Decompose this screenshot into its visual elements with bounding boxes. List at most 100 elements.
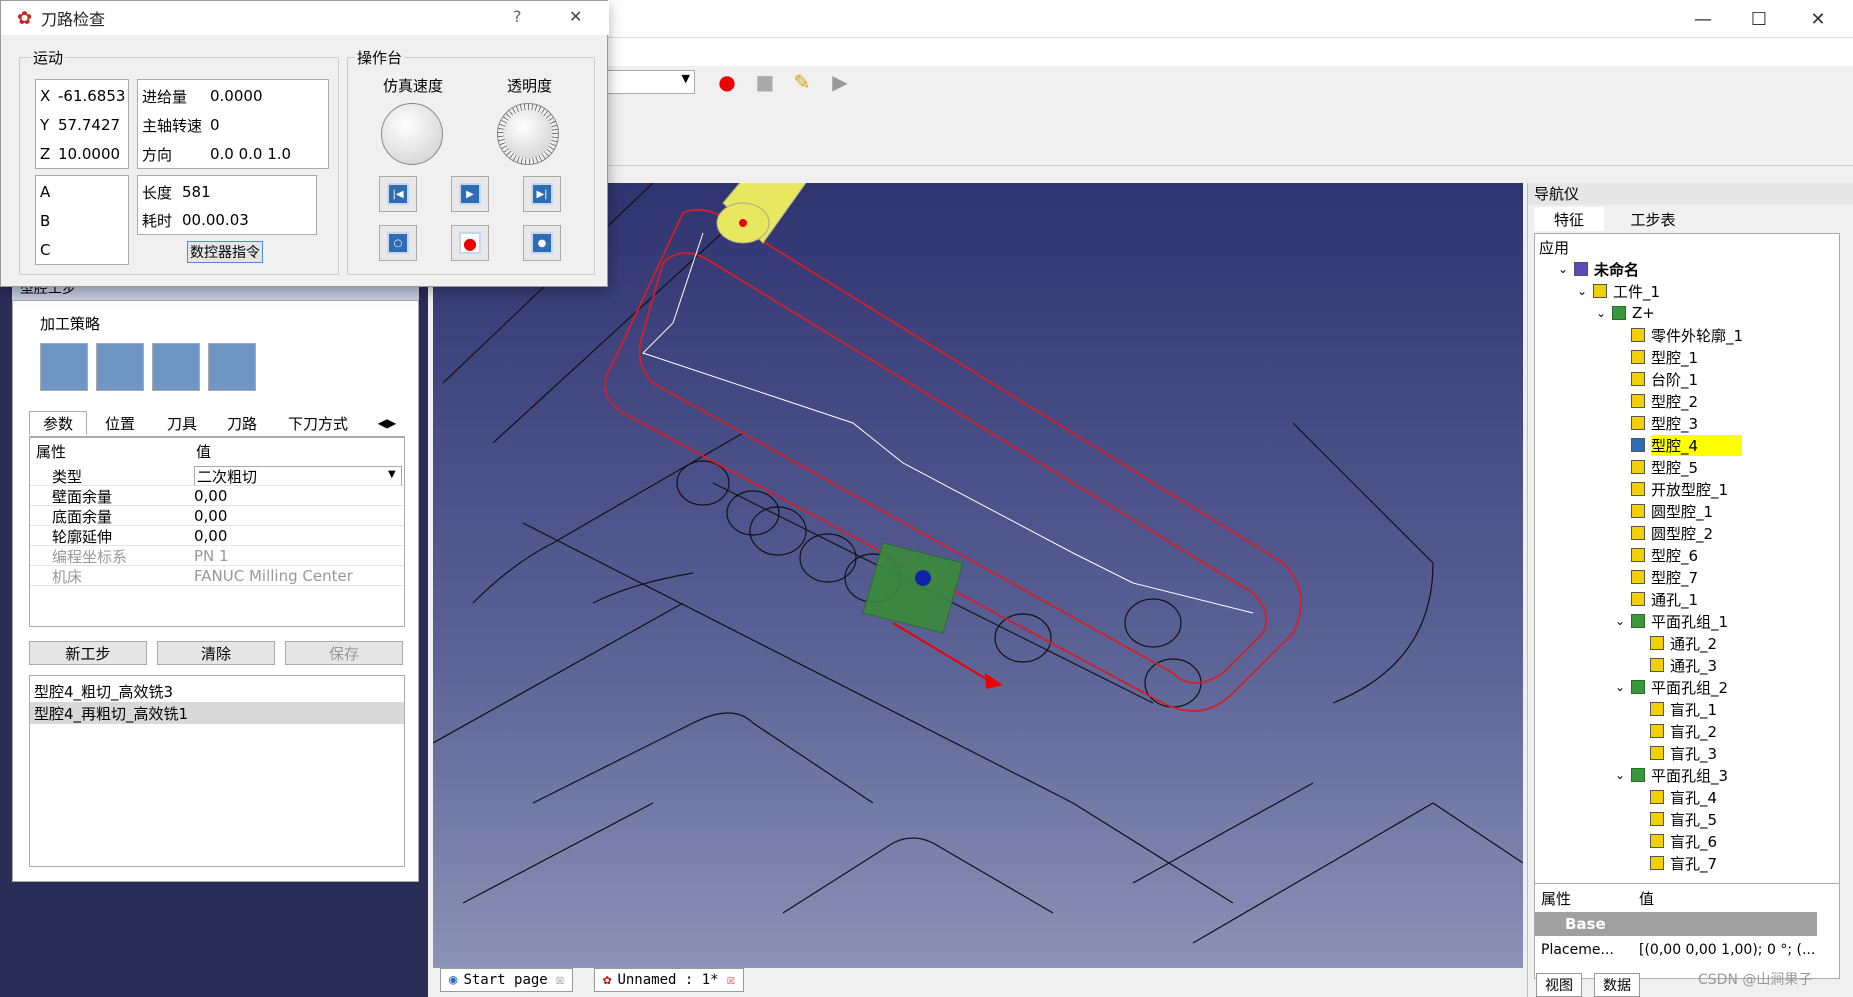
tab-toolpath[interactable]: 刀路 <box>213 411 271 435</box>
task-panel: 加工策略 参数 位置 刀具 刀路 下刀方式 ◀▶ 属性 值 类型 二次粗切 ▼ 壁面余… <box>12 300 419 882</box>
tree-item[interactable]: 圆型腔_1 <box>1615 500 1713 522</box>
circle-button[interactable]: ○ <box>379 225 417 261</box>
help-button[interactable]: ? <box>513 7 522 26</box>
tree-item[interactable]: 盲孔_2 <box>1634 720 1717 742</box>
strategy-4-icon[interactable] <box>208 343 256 391</box>
speed-knob[interactable] <box>381 103 443 165</box>
play-button[interactable]: ▶ <box>451 176 489 212</box>
tab-unnamed-label: Unnamed : 1* <box>617 972 719 988</box>
tree-item[interactable]: 开放型腔_1 <box>1615 478 1728 500</box>
tab-tool[interactable]: 刀具 <box>153 411 211 435</box>
step-forward-button[interactable]: ▶| <box>523 176 561 212</box>
tree-item[interactable]: 型腔_3 <box>1615 412 1698 434</box>
tab-feature[interactable]: 特征 <box>1534 207 1604 231</box>
tab-unnamed[interactable]: ✿ Unnamed : 1* ☒ <box>594 968 745 992</box>
tab-position[interactable]: 位置 <box>89 411 151 435</box>
param-value[interactable]: 二次粗切 <box>194 466 402 486</box>
tree-item[interactable]: ⌄ 平面孔组_3 <box>1615 764 1728 786</box>
tree-item[interactable]: 通孔_2 <box>1634 632 1717 654</box>
tree-item-label: 盲孔_7 <box>1670 854 1718 873</box>
tree-item[interactable]: 通孔_3 <box>1634 654 1717 676</box>
expand-arrow-icon[interactable]: ⌄ <box>1558 262 1574 276</box>
tab-steps[interactable]: 工步表 <box>1608 207 1698 231</box>
expand-arrow-icon[interactable]: ⌄ <box>1615 614 1631 628</box>
strategy-3-icon[interactable] <box>152 343 200 391</box>
new-step-button[interactable]: 新工步 <box>29 641 147 665</box>
expand-arrow-icon[interactable]: ⌄ <box>1596 306 1612 320</box>
tree-item[interactable]: 盲孔_5 <box>1634 808 1717 830</box>
feature-icon <box>1631 504 1645 518</box>
param-grid-prop-header: 属性 <box>36 442 67 461</box>
param-grid-value-header: 值 <box>196 442 212 461</box>
pgrid-row-name[interactable]: Placeme... <box>1541 938 1614 962</box>
feature-tree[interactable]: 应用 ⌄ 未命名 ⌄ 工件_1 ⌄ Z+ 零件外轮廓_1 型腔_1 台阶_1 型腔_2 型腔_3 型腔_… <box>1534 233 1840 888</box>
param-value[interactable]: 0,00 <box>194 526 402 546</box>
tree-item[interactable]: ⌄ 未命名 <box>1558 258 1639 280</box>
clear-button[interactable]: 清除 <box>157 641 275 665</box>
chevron-down-icon[interactable]: ▼ <box>388 469 396 480</box>
tree-item[interactable]: 通孔_1 <box>1615 588 1698 610</box>
feature-icon <box>1631 526 1645 540</box>
tab-view[interactable]: 视图 <box>1536 973 1582 997</box>
tree-item[interactable]: 盲孔_7 <box>1634 852 1717 874</box>
tab-scroll-icon[interactable]: ◀▶ <box>371 411 403 435</box>
tree-item[interactable]: 盲孔_6 <box>1634 830 1717 852</box>
close-window-button[interactable]: ✕ <box>1795 4 1841 34</box>
tree-item[interactable]: ⌄ 平面孔组_2 <box>1615 676 1728 698</box>
close-icon[interactable]: ☒ <box>727 972 735 988</box>
3d-viewport[interactable] <box>433 183 1523 968</box>
tree-item[interactable]: 台阶_1 <box>1615 368 1698 390</box>
edit-macro-icon[interactable]: ✎ <box>788 68 816 96</box>
run-macro-icon[interactable]: ▶ <box>826 68 854 96</box>
step-back-button[interactable]: |◀ <box>379 176 417 212</box>
dot-button[interactable]: ● <box>523 225 561 261</box>
expand-arrow-icon[interactable]: ⌄ <box>1615 680 1631 694</box>
dialog-close-button[interactable]: ✕ <box>569 7 582 26</box>
tree-item[interactable]: 型腔_2 <box>1615 390 1698 412</box>
minimize-button[interactable]: — <box>1680 4 1726 34</box>
workbench-combo[interactable]: ▼ <box>600 70 695 94</box>
tree-item[interactable]: ⌄ 平面孔组_1 <box>1615 610 1728 632</box>
tab-params[interactable]: 参数 <box>29 411 87 435</box>
feature-icon <box>1631 394 1645 408</box>
start-icon: ◉ <box>449 972 458 988</box>
tree-item[interactable]: 圆型腔_2 <box>1615 522 1713 544</box>
tree-item[interactable]: 盲孔_3 <box>1634 742 1717 764</box>
record-button[interactable]: ● <box>451 225 489 261</box>
tree-item[interactable]: 零件外轮廓_1 <box>1615 324 1743 346</box>
tree-item[interactable]: ⌄ Z+ <box>1596 302 1655 324</box>
stop-macro-icon[interactable]: ■ <box>751 68 779 96</box>
tree-item[interactable]: 型腔_7 <box>1615 566 1698 588</box>
tab-start-page[interactable]: ◉ Start page ☒ <box>440 968 574 992</box>
tree-item[interactable]: 型腔_5 <box>1615 456 1698 478</box>
close-icon[interactable]: ☒ <box>556 972 564 988</box>
tree-item[interactable]: 盲孔_4 <box>1634 786 1717 808</box>
record-icon: ● <box>459 232 481 254</box>
opacity-knob[interactable] <box>497 103 559 165</box>
save-button[interactable]: 保存 <box>285 641 403 665</box>
expand-arrow-icon[interactable]: ⌄ <box>1577 284 1593 298</box>
tree-item[interactable]: 盲孔_1 <box>1634 698 1717 720</box>
tree-item-label: 圆型腔_1 <box>1651 502 1714 521</box>
nc-command-button[interactable]: 数控器指令 <box>187 241 263 263</box>
list-item-selected[interactable]: 型腔4_再粗切_高效铣1 <box>30 702 404 724</box>
tree-item-label: 平面孔组_1 <box>1651 612 1729 631</box>
list-item[interactable]: 型腔4_粗切_高效铣3 <box>34 680 400 702</box>
tree-item[interactable]: 型腔_6 <box>1615 544 1698 566</box>
record-macro-icon[interactable]: ● <box>713 68 741 96</box>
tree-item[interactable]: ⌄ 工件_1 <box>1577 280 1660 302</box>
param-value[interactable]: 0,00 <box>194 506 402 526</box>
pgrid-row-value[interactable]: [(0,00 0,00 1,00); 0 °; (... <box>1639 938 1815 962</box>
time-value: 00.00.03 <box>182 211 249 229</box>
tree-item[interactable]: 型腔_1 <box>1615 346 1698 368</box>
expand-arrow-icon[interactable]: ⌄ <box>1615 768 1631 782</box>
tree-item-selected[interactable]: 型腔_4 <box>1615 434 1743 456</box>
strategy-2-icon[interactable] <box>96 343 144 391</box>
strategy-1-icon[interactable] <box>40 343 88 391</box>
param-value[interactable]: 0,00 <box>194 486 402 506</box>
tab-entry[interactable]: 下刀方式 <box>273 411 363 435</box>
maximize-button[interactable]: ☐ <box>1736 4 1782 34</box>
tree-item[interactable]: 应用 <box>1539 236 1569 258</box>
tab-data[interactable]: 数据 <box>1594 973 1640 997</box>
tree-item-label: 通孔_3 <box>1670 656 1718 675</box>
